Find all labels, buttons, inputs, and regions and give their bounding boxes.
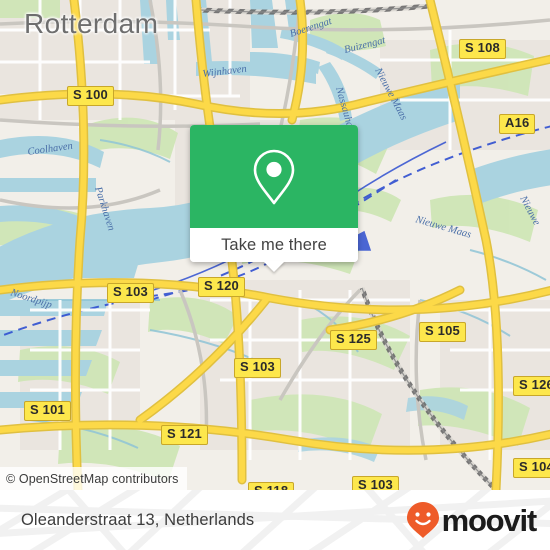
road-shield-label: S 126 (519, 377, 550, 392)
moovit-wordmark: moovit (441, 502, 538, 538)
road-shield-label: S 103 (358, 477, 393, 490)
map-canvas[interactable]: Coolhaven Parkhaven Noordpijp Wijnhaven Boer… (0, 0, 550, 490)
location-callout-card[interactable]: Take me there (190, 125, 358, 272)
road-shield: S 105 (419, 322, 466, 342)
road-shield-label: A16 (505, 115, 530, 130)
road-shield: S 101 (24, 401, 71, 421)
road-shield: S 103 (107, 283, 154, 303)
map-pin-icon (253, 149, 295, 204)
road-shield: S 100 (67, 86, 114, 106)
road-shield-label: S 108 (465, 40, 500, 55)
callout-header (190, 125, 358, 228)
road-shield-label: S 103 (240, 359, 275, 374)
take-me-there-label: Take me there (221, 235, 327, 254)
road-shield-label: S 105 (425, 323, 460, 338)
road-shield: S 126 (513, 376, 550, 396)
road-shield: A16 (499, 114, 536, 134)
address-label: Oleanderstraat 13, Netherlands (21, 510, 255, 529)
callout-pointer-tail (263, 261, 285, 272)
road-shield: S 103 (234, 358, 281, 378)
road-shield-label: S 101 (30, 402, 65, 417)
road-shield-label: S 104 (519, 459, 550, 474)
footer-bar: Oleanderstraat 13, Netherlands moovit (0, 490, 550, 550)
road-shield: S 103 (352, 476, 399, 490)
road-shield-label: S 100 (73, 87, 108, 102)
road-shield-label: S 125 (336, 331, 371, 346)
road-shield: S 120 (198, 277, 245, 297)
road-shield-label: S 118 (254, 483, 288, 490)
take-me-there-button[interactable]: Take me there (190, 228, 358, 262)
moovit-smiley-pin-icon (406, 502, 439, 538)
road-shield-label: S 103 (113, 284, 148, 299)
road-shield: S 108 (459, 39, 506, 59)
road-shield-label: S 120 (204, 278, 239, 293)
moovit-logo[interactable]: moovit (406, 501, 538, 539)
road-shield: S 125 (330, 330, 377, 350)
road-shield-label: S 121 (167, 426, 202, 441)
road-shield: S 121 (161, 425, 208, 445)
screenshot-root: Coolhaven Parkhaven Noordpijp Wijnhaven Boer… (0, 0, 550, 550)
road-shield: S 104 (513, 458, 550, 478)
osm-attribution-text: © OpenStreetMap contributors (6, 471, 179, 486)
road-shield: S 118 (248, 482, 295, 490)
osm-attribution[interactable]: © OpenStreetMap contributors (0, 467, 187, 490)
